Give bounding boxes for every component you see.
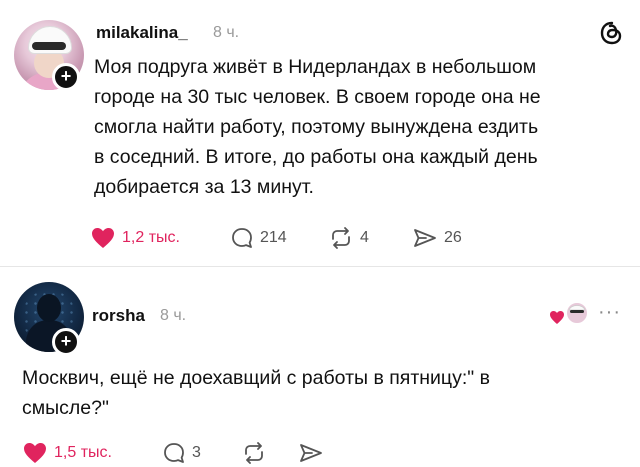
post-time: 8 ч. <box>160 307 187 324</box>
avatar-visor <box>32 42 66 50</box>
post-text: Москвич, ещё не доехавщий с работы в пят… <box>22 363 490 423</box>
like-button[interactable]: 1,2 тыс. <box>90 226 180 250</box>
heart-icon <box>90 226 116 250</box>
like-count: 1,2 тыс. <box>122 229 180 246</box>
reply-count: 214 <box>260 229 287 246</box>
post-text-line: в соседний. В итоге, до работы она кажды… <box>94 146 538 168</box>
post-text: Моя подруга живёт в Нидерландах в неболь… <box>94 52 541 202</box>
like-button[interactable]: 1,5 тыс. <box>22 441 112 465</box>
username[interactable]: milakalina_ <box>96 23 188 43</box>
post-text-line: добирается за 13 минут. <box>94 176 314 198</box>
reply-count: 3 <box>192 444 201 461</box>
like-count: 1,5 тыс. <box>54 444 112 461</box>
divider <box>0 266 640 267</box>
repost-icon <box>328 226 354 250</box>
avatar-head <box>37 294 61 322</box>
share-button[interactable] <box>298 441 324 465</box>
post-time: 8 ч. <box>213 24 240 41</box>
post-text-line: смысле?" <box>22 397 109 419</box>
reply-icon <box>162 441 186 465</box>
post-text-line: городе на 30 тыс человек. В своем городе… <box>94 86 541 108</box>
repost-button[interactable] <box>241 441 267 465</box>
threads-icon[interactable] <box>599 20 625 46</box>
more-icon[interactable]: ··· <box>598 302 621 322</box>
share-icon <box>298 441 324 465</box>
repost-count: 4 <box>360 229 369 246</box>
reply-button[interactable]: 214 <box>230 226 287 250</box>
share-button[interactable]: 26 <box>412 226 462 250</box>
repost-button[interactable]: 4 <box>328 226 369 250</box>
liked-by-author-badge <box>548 300 590 330</box>
reply-button[interactable]: 3 <box>162 441 201 465</box>
repost-icon <box>241 441 267 465</box>
post-text-line: Моя подруга живёт в Нидерландах в неболь… <box>94 56 537 78</box>
follow-button[interactable]: + <box>52 63 80 91</box>
post-text-line: смогла найти работу, поэтому вынуждена е… <box>94 116 539 138</box>
username[interactable]: rorsha <box>92 306 145 326</box>
heart-icon <box>22 441 48 465</box>
post-text-line: Москвич, ещё не доехавщий с работы в пят… <box>22 367 490 389</box>
share-icon <box>412 226 438 250</box>
share-count: 26 <box>444 229 462 246</box>
reply-icon <box>230 226 254 250</box>
follow-button[interactable]: + <box>52 328 80 356</box>
